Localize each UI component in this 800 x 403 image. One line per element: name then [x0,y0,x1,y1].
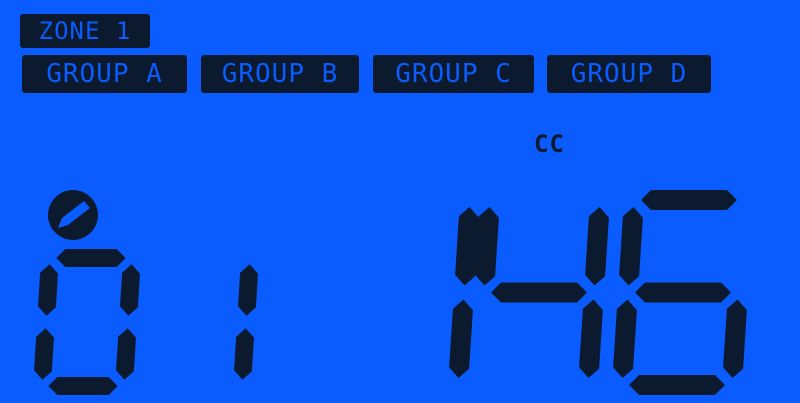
digit-4-segment-c [723,299,747,378]
digit-0-segment-e [34,328,54,380]
digit-3-segment-c [579,299,603,378]
digit-0-segment-c [116,328,136,380]
digit-2-segment-c [449,299,473,378]
digit-4-segment-g [635,282,731,303]
digit-0-segment-d [48,377,118,395]
digit-group [34,190,747,395]
digit-0-segment-f [38,264,58,316]
digit-4-segment-a [641,190,737,210]
digit-4-segment-f [619,207,643,286]
digit-1-segment-b [238,264,258,316]
digit-4-segment-e [613,299,637,378]
digit-0-segment-b [120,264,140,316]
digit-0-segment-a [56,249,126,267]
digit-3-segment-g [491,282,587,303]
digit-4-segment-d [629,375,725,395]
lcd-segment-display [34,190,747,395]
digit-3-segment-b [585,207,609,286]
pencil-indicator-icon [48,190,98,240]
digit-1-segment-c [234,328,254,380]
